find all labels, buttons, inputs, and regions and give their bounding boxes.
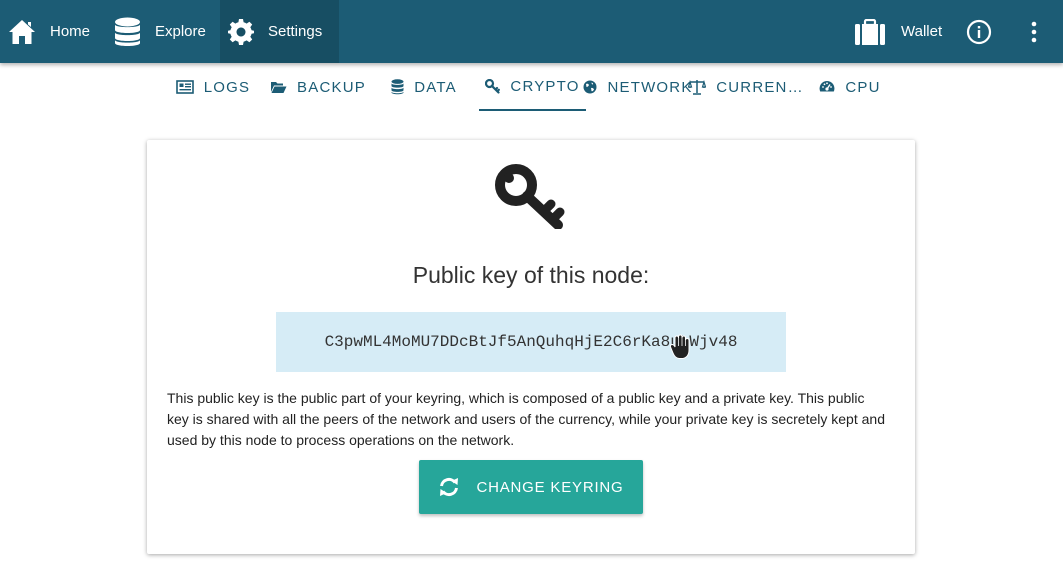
balance-scale-icon — [688, 79, 707, 95]
database-icon — [391, 79, 404, 95]
info-button[interactable] — [966, 0, 996, 63]
nav-wallet-label: Wallet — [901, 23, 943, 40]
database-icon — [115, 17, 140, 46]
tab-logs[interactable]: LOGS — [168, 63, 258, 111]
newspaper-icon — [175, 80, 194, 94]
more-vert-icon — [1031, 21, 1037, 42]
tab-cpu[interactable]: CPU — [814, 63, 886, 111]
change-keyring-button[interactable]: CHANGE KEYRING — [419, 460, 643, 514]
nav-settings[interactable]: Settings — [220, 0, 339, 63]
nav-wallet[interactable]: Wallet — [852, 0, 952, 63]
home-icon — [9, 19, 35, 44]
tab-cpu-label: CPU — [845, 78, 881, 96]
globe-icon — [583, 80, 597, 94]
tab-currency[interactable]: CURREN… — [688, 63, 803, 111]
dashboard-icon — [819, 81, 835, 92]
key-icon — [495, 164, 565, 229]
tab-data[interactable]: DATA — [382, 63, 466, 111]
tab-backup[interactable]: BACKUP — [262, 63, 374, 111]
tab-crypto[interactable]: CRYPTO — [479, 63, 586, 111]
settings-tabs: LOGS BACKUP DATA CRYPTO NETWORK CURREN… … — [0, 63, 1063, 111]
change-keyring-label: CHANGE KEYRING — [476, 478, 624, 496]
info-icon — [966, 19, 992, 44]
suitcase-icon — [855, 18, 885, 45]
public-key-value[interactable]: C3pwML4MoMU7DDcBtJf5AnQuhqHjE2C6rKa8uLWj… — [276, 312, 786, 372]
tab-backup-label: BACKUP — [297, 78, 366, 96]
top-app-bar: Home Explore Settings Wallet — [0, 0, 1063, 63]
gear-icon — [228, 18, 254, 45]
tab-network[interactable]: NETWORK — [583, 63, 693, 111]
nav-settings-label: Settings — [268, 23, 323, 40]
tab-network-label: NETWORK — [607, 78, 693, 96]
hand-cursor-icon — [669, 334, 690, 359]
public-key-description: This public key is the public part of yo… — [167, 390, 885, 448]
public-key-title: Public key of this node: — [412, 262, 650, 288]
nav-home-label: Home — [50, 23, 91, 40]
tab-currency-label: CURREN… — [716, 78, 804, 96]
tab-data-label: DATA — [414, 78, 457, 96]
crypto-card: Public key of this node: C3pwML4MoMU7DDc… — [147, 140, 915, 554]
nav-explore-label: Explore — [155, 23, 206, 40]
refresh-icon — [440, 477, 459, 497]
nav-explore[interactable]: Explore — [108, 0, 220, 63]
more-menu-button[interactable] — [1022, 0, 1046, 63]
tab-crypto-label: CRYPTO — [510, 77, 580, 95]
nav-home[interactable]: Home — [0, 0, 108, 63]
folder-open-icon — [271, 82, 287, 93]
key-icon — [485, 78, 501, 94]
tab-logs-label: LOGS — [203, 78, 251, 96]
